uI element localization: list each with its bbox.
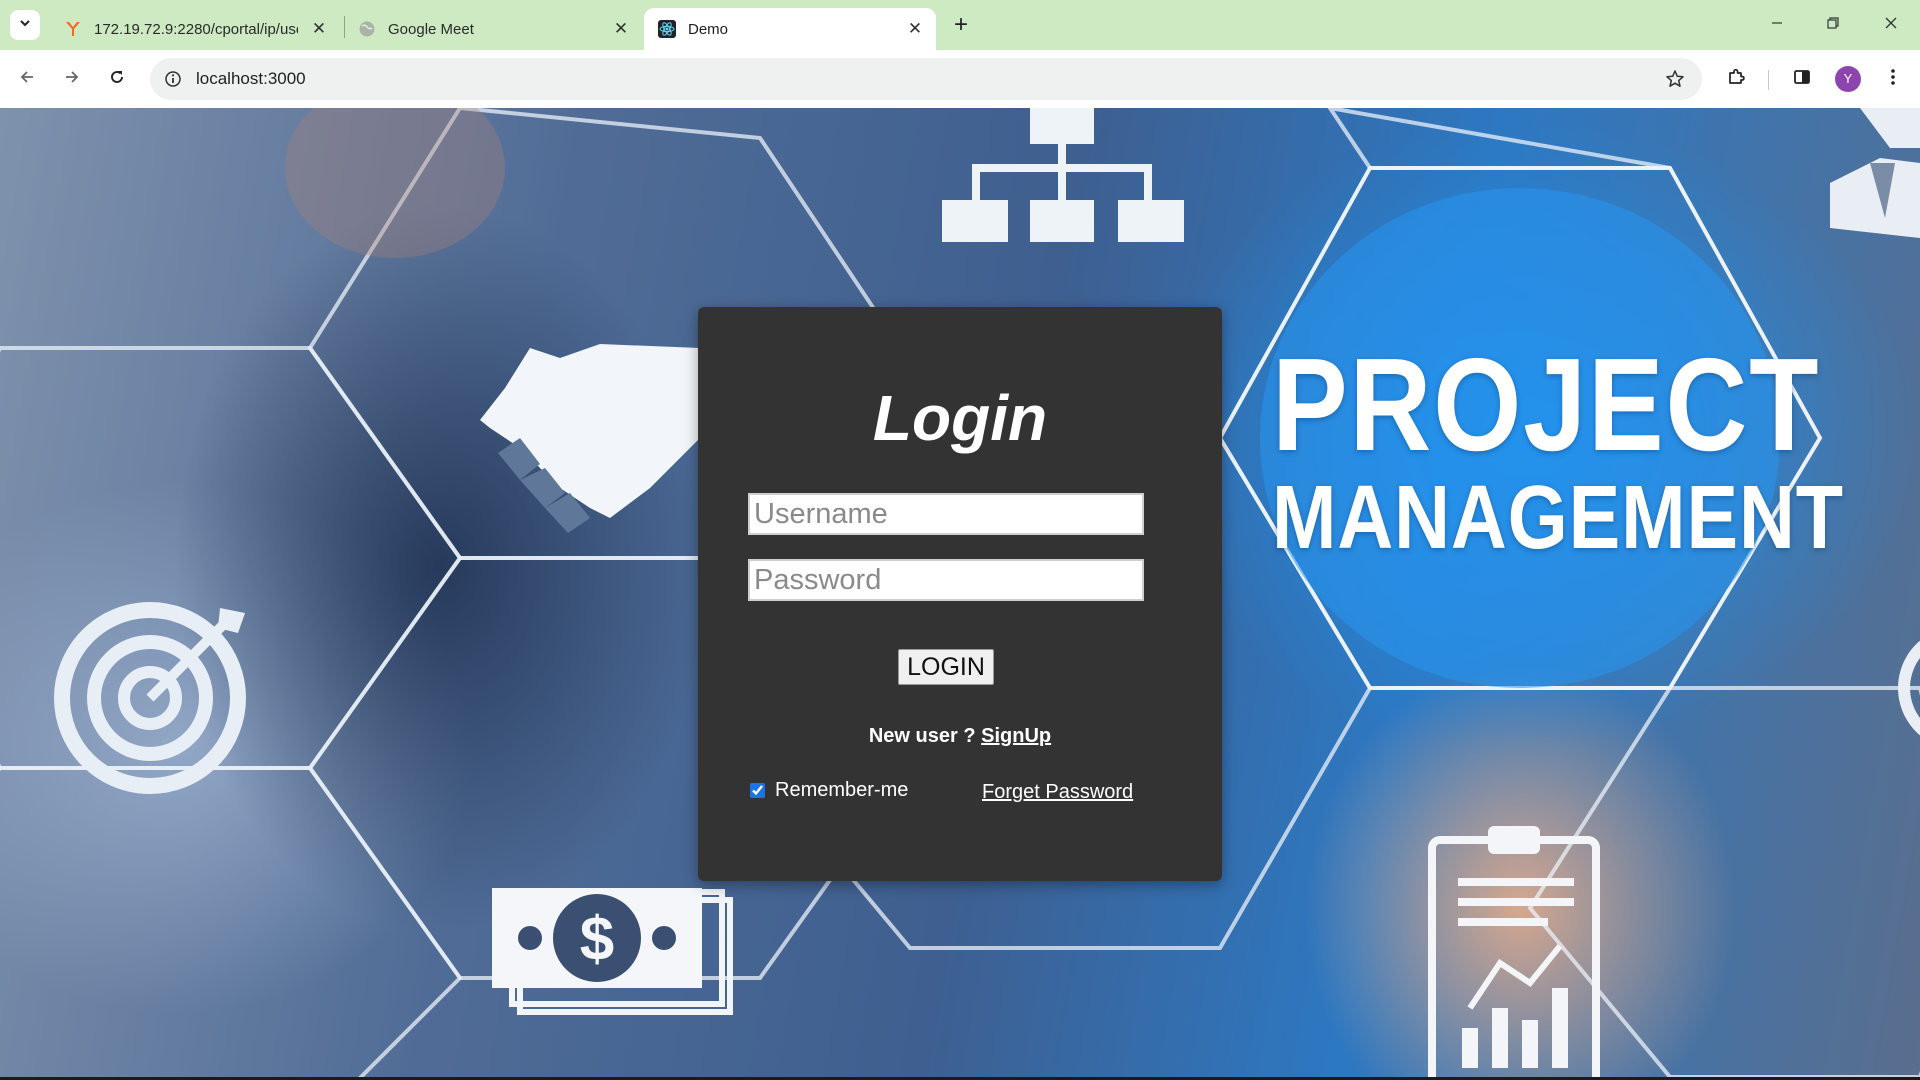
- remember-me-row[interactable]: Remember-me: [750, 779, 908, 802]
- toolbar-divider: [1768, 70, 1769, 90]
- yatra-logo-icon: [64, 20, 82, 38]
- close-icon[interactable]: ✕: [610, 18, 632, 40]
- tab-google-meet[interactable]: Google Meet ✕: [344, 8, 642, 50]
- arrow-right-icon: [63, 68, 81, 91]
- close-icon: [1884, 16, 1898, 35]
- org-chart-icon: [942, 108, 1184, 242]
- close-icon[interactable]: ✕: [904, 18, 926, 40]
- remember-me-checkbox[interactable]: [750, 783, 765, 798]
- businessman-icon: [1830, 108, 1920, 238]
- puzzle-icon: [1726, 67, 1746, 92]
- globe-icon: [358, 20, 376, 38]
- close-icon[interactable]: ✕: [308, 18, 330, 40]
- address-bar[interactable]: localhost:3000: [150, 58, 1702, 100]
- signup-link[interactable]: SignUp: [981, 725, 1051, 747]
- url-text[interactable]: localhost:3000: [196, 58, 306, 100]
- new-user-text: New user ?: [868, 725, 982, 747]
- browser-toolbar: localhost:3000 Y: [0, 50, 1920, 108]
- tab-demo[interactable]: Demo ✕: [644, 8, 936, 50]
- clipboard-chart-icon: [1428, 826, 1600, 1077]
- side-panel-button[interactable]: [1785, 62, 1819, 96]
- profile-avatar[interactable]: Y: [1835, 66, 1861, 92]
- minimize-button[interactable]: [1750, 0, 1804, 50]
- person-head-blur: [285, 108, 505, 258]
- chevron-down-icon: [18, 16, 32, 35]
- info-icon[interactable]: [160, 66, 186, 92]
- page-viewport: $ PROJECT MANAGEMENT Login Username LOGI…: [0, 108, 1920, 1077]
- headline-line-1: PROJECT: [1272, 331, 1821, 478]
- target-icon: [54, 602, 246, 794]
- new-tab-button[interactable]: +: [948, 11, 974, 38]
- tab-search-button[interactable]: [10, 10, 40, 40]
- tab-title: 172.19.72.9:2280/cportal/ip/use: [94, 20, 298, 38]
- login-button[interactable]: LOGIN: [898, 649, 994, 685]
- star-icon[interactable]: [1662, 66, 1688, 92]
- tab-cportal[interactable]: 172.19.72.9:2280/cportal/ip/use ✕: [50, 8, 340, 50]
- back-button[interactable]: [10, 62, 44, 96]
- project-management-headline: PROJECT MANAGEMENT: [1272, 331, 1844, 568]
- forget-password-link[interactable]: Forget Password: [982, 781, 1133, 804]
- restore-button[interactable]: [1806, 0, 1860, 50]
- headline-line-2: MANAGEMENT: [1272, 468, 1844, 568]
- browser-window: 172.19.72.9:2280/cportal/ip/use ✕ Google…: [0, 0, 1920, 1080]
- arrow-left-icon: [18, 68, 36, 91]
- close-window-button[interactable]: [1864, 0, 1918, 50]
- username-input[interactable]: [748, 493, 1144, 535]
- money-icon: $: [492, 888, 733, 1015]
- svg-text:$: $: [580, 905, 614, 974]
- side-panel-icon: [1792, 67, 1812, 92]
- forward-button[interactable]: [55, 62, 89, 96]
- reload-icon: [108, 68, 126, 91]
- more-vertical-icon: [1883, 67, 1903, 92]
- reload-button[interactable]: [100, 62, 134, 96]
- menu-button[interactable]: [1876, 62, 1910, 96]
- restore-icon: [1826, 16, 1840, 35]
- login-card: Login LOGIN New user ? SignUp Remember-m…: [698, 307, 1222, 881]
- extensions-button[interactable]: [1719, 62, 1753, 96]
- tab-title: Demo: [688, 20, 729, 38]
- tab-strip: 172.19.72.9:2280/cportal/ip/use ✕ Google…: [0, 0, 1920, 50]
- handshake-icon: [480, 344, 700, 533]
- react-icon: [658, 20, 676, 38]
- login-title: Login: [872, 382, 1048, 454]
- tab-title: Google Meet: [388, 20, 474, 38]
- new-user-row: New user ? SignUp: [698, 725, 1222, 748]
- remember-me-label: Remember-me: [775, 779, 909, 801]
- password-input[interactable]: [748, 559, 1144, 601]
- minimize-icon: [1770, 16, 1784, 35]
